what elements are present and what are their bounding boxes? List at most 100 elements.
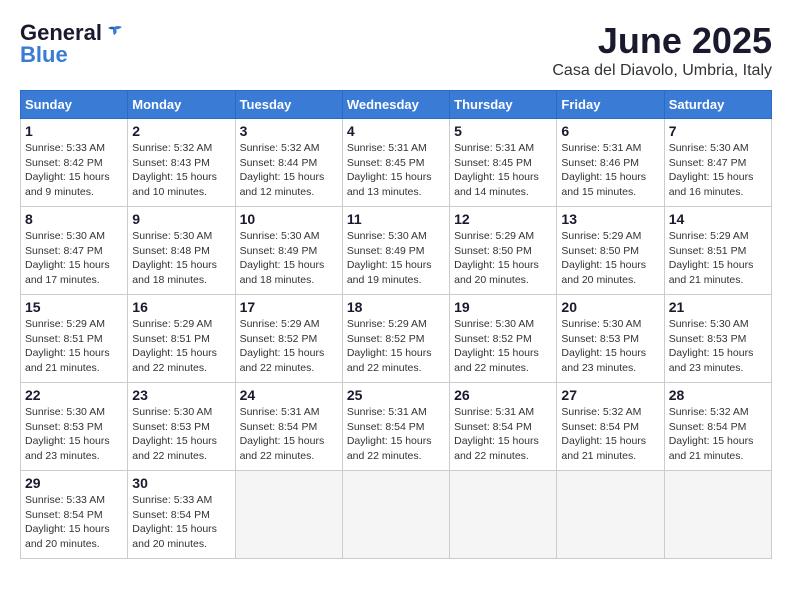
table-row: 29 Sunrise: 5:33 AMSunset: 8:54 PMDayligh…	[21, 471, 128, 559]
day-info: Sunrise: 5:29 AMSunset: 8:51 PMDaylight:…	[669, 229, 767, 288]
day-info: Sunrise: 5:30 AMSunset: 8:49 PMDaylight:…	[347, 229, 445, 288]
table-row: 22 Sunrise: 5:30 AMSunset: 8:53 PMDayligh…	[21, 383, 128, 471]
page-header: General Blue June 2025 Casa del Diavolo,…	[20, 20, 772, 80]
day-number: 22	[25, 387, 123, 403]
day-number: 14	[669, 211, 767, 227]
day-info: Sunrise: 5:32 AMSunset: 8:44 PMDaylight:…	[240, 141, 338, 200]
day-number: 24	[240, 387, 338, 403]
day-info: Sunrise: 5:30 AMSunset: 8:47 PMDaylight:…	[25, 229, 123, 288]
calendar-header-friday: Friday	[557, 91, 664, 119]
table-row: 19 Sunrise: 5:30 AMSunset: 8:52 PMDayligh…	[450, 295, 557, 383]
day-number: 29	[25, 475, 123, 491]
day-info: Sunrise: 5:33 AMSunset: 8:54 PMDaylight:…	[25, 493, 123, 552]
day-info: Sunrise: 5:29 AMSunset: 8:51 PMDaylight:…	[25, 317, 123, 376]
table-row: 9 Sunrise: 5:30 AMSunset: 8:48 PMDaylight…	[128, 207, 235, 295]
calendar-header-tuesday: Tuesday	[235, 91, 342, 119]
table-row: 12 Sunrise: 5:29 AMSunset: 8:50 PMDayligh…	[450, 207, 557, 295]
calendar-week-row: 1Sunrise: 5:33 AMSunset: 8:42 PMDaylight…	[21, 119, 772, 207]
table-row: 4 Sunrise: 5:31 AMSunset: 8:45 PMDaylight…	[342, 119, 449, 207]
table-row: 3 Sunrise: 5:32 AMSunset: 8:44 PMDaylight…	[235, 119, 342, 207]
table-row: 25Sunrise: 5:31 AMSunset: 8:54 PMDayligh…	[342, 383, 449, 471]
day-info: Sunrise: 5:33 AMSunset: 8:42 PMDaylight:…	[25, 141, 123, 200]
day-info: Sunrise: 5:32 AMSunset: 8:43 PMDaylight:…	[132, 141, 230, 200]
table-row: 24 Sunrise: 5:31 AMSunset: 8:54 PMDayligh…	[235, 383, 342, 471]
table-row	[450, 471, 557, 559]
table-row: 14 Sunrise: 5:29 AMSunset: 8:51 PMDayligh…	[664, 207, 771, 295]
day-info: Sunrise: 5:31 AMSunset: 8:54 PMDaylight:…	[240, 405, 338, 464]
day-number: 4	[347, 123, 445, 139]
day-info: Sunrise: 5:31 AMSunset: 8:54 PMDaylight:…	[454, 405, 552, 464]
day-number: 30	[132, 475, 230, 491]
day-info: Sunrise: 5:30 AMSunset: 8:47 PMDaylight:…	[669, 141, 767, 200]
day-number: 8	[25, 211, 123, 227]
day-number: 15	[25, 299, 123, 315]
day-number: 17	[240, 299, 338, 315]
day-info: Sunrise: 5:31 AMSunset: 8:46 PMDaylight:…	[561, 141, 659, 200]
day-info: Sunrise: 5:30 AMSunset: 8:53 PMDaylight:…	[669, 317, 767, 376]
table-row: 20Sunrise: 5:30 AMSunset: 8:53 PMDayligh…	[557, 295, 664, 383]
table-row: 17 Sunrise: 5:29 AMSunset: 8:52 PMDayligh…	[235, 295, 342, 383]
day-info: Sunrise: 5:30 AMSunset: 8:49 PMDaylight:…	[240, 229, 338, 288]
table-row: 13Sunrise: 5:29 AMSunset: 8:50 PMDayligh…	[557, 207, 664, 295]
logo: General Blue	[20, 20, 124, 68]
calendar-header-sunday: Sunday	[21, 91, 128, 119]
day-info: Sunrise: 5:29 AMSunset: 8:51 PMDaylight:…	[132, 317, 230, 376]
table-row: 5 Sunrise: 5:31 AMSunset: 8:45 PMDaylight…	[450, 119, 557, 207]
day-number: 26	[454, 387, 552, 403]
calendar-header-row: SundayMondayTuesdayWednesdayThursdayFrid…	[21, 91, 772, 119]
day-number: 27	[561, 387, 659, 403]
table-row: 16 Sunrise: 5:29 AMSunset: 8:51 PMDayligh…	[128, 295, 235, 383]
table-row: 11 Sunrise: 5:30 AMSunset: 8:49 PMDayligh…	[342, 207, 449, 295]
table-row: 21 Sunrise: 5:30 AMSunset: 8:53 PMDayligh…	[664, 295, 771, 383]
day-info: Sunrise: 5:30 AMSunset: 8:53 PMDaylight:…	[25, 405, 123, 464]
calendar-week-row: 22 Sunrise: 5:30 AMSunset: 8:53 PMDayligh…	[21, 383, 772, 471]
day-number: 16	[132, 299, 230, 315]
table-row	[664, 471, 771, 559]
day-info: Sunrise: 5:32 AMSunset: 8:54 PMDaylight:…	[669, 405, 767, 464]
day-number: 6	[561, 123, 659, 139]
table-row: 15 Sunrise: 5:29 AMSunset: 8:51 PMDayligh…	[21, 295, 128, 383]
table-row: 28Sunrise: 5:32 AMSunset: 8:54 PMDayligh…	[664, 383, 771, 471]
day-number: 12	[454, 211, 552, 227]
day-number: 5	[454, 123, 552, 139]
table-row	[235, 471, 342, 559]
calendar-week-row: 8 Sunrise: 5:30 AMSunset: 8:47 PMDaylight…	[21, 207, 772, 295]
calendar-header-saturday: Saturday	[664, 91, 771, 119]
day-number: 25	[347, 387, 445, 403]
calendar-header-monday: Monday	[128, 91, 235, 119]
day-info: Sunrise: 5:30 AMSunset: 8:48 PMDaylight:…	[132, 229, 230, 288]
calendar-header-thursday: Thursday	[450, 91, 557, 119]
day-info: Sunrise: 5:29 AMSunset: 8:50 PMDaylight:…	[454, 229, 552, 288]
calendar-week-row: 15 Sunrise: 5:29 AMSunset: 8:51 PMDayligh…	[21, 295, 772, 383]
day-number: 20	[561, 299, 659, 315]
calendar-week-row: 29 Sunrise: 5:33 AMSunset: 8:54 PMDayligh…	[21, 471, 772, 559]
day-number: 21	[669, 299, 767, 315]
day-number: 7	[669, 123, 767, 139]
month-title: June 2025	[552, 20, 772, 62]
calendar-table: SundayMondayTuesdayWednesdayThursdayFrid…	[20, 90, 772, 559]
day-number: 11	[347, 211, 445, 227]
table-row: 7 Sunrise: 5:30 AMSunset: 8:47 PMDaylight…	[664, 119, 771, 207]
day-info: Sunrise: 5:29 AMSunset: 8:52 PMDaylight:…	[240, 317, 338, 376]
table-row: 30Sunrise: 5:33 AMSunset: 8:54 PMDayligh…	[128, 471, 235, 559]
day-number: 13	[561, 211, 659, 227]
day-number: 19	[454, 299, 552, 315]
calendar-header-wednesday: Wednesday	[342, 91, 449, 119]
day-info: Sunrise: 5:32 AMSunset: 8:54 PMDaylight:…	[561, 405, 659, 464]
day-number: 23	[132, 387, 230, 403]
day-info: Sunrise: 5:31 AMSunset: 8:45 PMDaylight:…	[347, 141, 445, 200]
day-info: Sunrise: 5:29 AMSunset: 8:52 PMDaylight:…	[347, 317, 445, 376]
day-info: Sunrise: 5:31 AMSunset: 8:45 PMDaylight:…	[454, 141, 552, 200]
table-row: 6 Sunrise: 5:31 AMSunset: 8:46 PMDaylight…	[557, 119, 664, 207]
table-row: 27 Sunrise: 5:32 AMSunset: 8:54 PMDayligh…	[557, 383, 664, 471]
logo-bird-icon	[104, 25, 124, 41]
day-number: 18	[347, 299, 445, 315]
day-info: Sunrise: 5:30 AMSunset: 8:53 PMDaylight:…	[132, 405, 230, 464]
table-row	[342, 471, 449, 559]
location: Casa del Diavolo, Umbria, Italy	[552, 62, 772, 80]
day-info: Sunrise: 5:30 AMSunset: 8:52 PMDaylight:…	[454, 317, 552, 376]
day-number: 9	[132, 211, 230, 227]
table-row: 8 Sunrise: 5:30 AMSunset: 8:47 PMDaylight…	[21, 207, 128, 295]
day-number: 3	[240, 123, 338, 139]
table-row: 2Sunrise: 5:32 AMSunset: 8:43 PMDaylight…	[128, 119, 235, 207]
